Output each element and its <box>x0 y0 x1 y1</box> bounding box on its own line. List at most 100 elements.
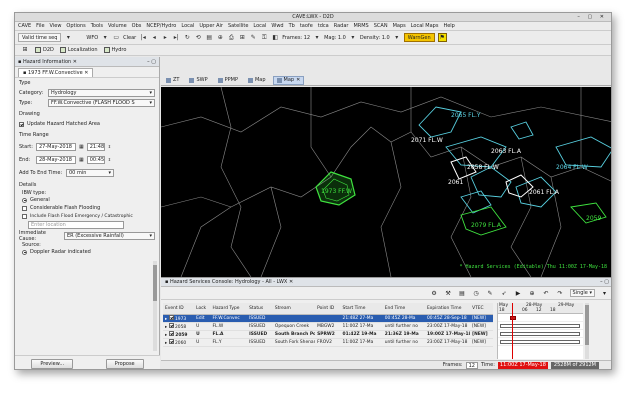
scrollbar-thumb[interactable] <box>585 305 589 345</box>
select-arrow-icon[interactable]: ➶ <box>500 290 509 297</box>
col-expiration-time[interactable]: Expiration Time <box>424 303 471 315</box>
table-row[interactable]: ▸ 2058 U FL.W ISSUED Opequon Creek MBGW2… <box>163 322 493 331</box>
type-select[interactable]: FF.W.Convective (FLASH FLOOD S ▾ <box>48 99 155 107</box>
category-select[interactable]: Hydrology ▾ <box>48 89 155 97</box>
clear-button[interactable]: Clear <box>123 35 136 41</box>
start-date-field[interactable]: 27-May-2018 <box>36 142 76 151</box>
menu-volume[interactable]: Volume <box>108 23 127 29</box>
pencil-icon[interactable]: ✎ <box>486 290 495 297</box>
col-vtec[interactable]: VTEC <box>470 303 493 315</box>
menu-obs[interactable]: Obs <box>132 23 142 29</box>
undo-icon[interactable]: ↶ <box>542 290 551 297</box>
hazard-information-tab[interactable]: ▪ Hazard Information ✕ – ▢ <box>15 57 159 67</box>
source-radar-row[interactable]: Doppler Radar indicated <box>22 248 155 256</box>
menu-upper-air[interactable]: Upper Air <box>199 23 223 29</box>
table-row[interactable]: ▸ 2059 U FL.A ISSUED South Branch Poto S… <box>163 330 493 339</box>
end-date-field[interactable]: 28-May-2018 <box>36 155 76 164</box>
menu-mrms[interactable]: MRMS <box>353 23 368 29</box>
open-perspective-icon[interactable]: ⊞ <box>21 46 29 54</box>
col-status[interactable]: Status <box>247 303 273 315</box>
update-hatched-checkbox[interactable] <box>19 121 24 127</box>
panel-controls[interactable]: – ▢ <box>147 59 156 65</box>
density-dropdown[interactable]: Density: 1.0 <box>360 35 390 41</box>
settings-icon[interactable]: ⚙ <box>430 290 439 297</box>
calendar-icon[interactable]: ▦ <box>79 144 84 150</box>
window-controls[interactable]: – ▢ ✕ <box>577 13 607 22</box>
perspective-d2d[interactable]: D2D <box>35 47 54 53</box>
spinner-icon[interactable]: ⇕ <box>108 144 111 149</box>
col-end-time[interactable]: End Time <box>382 303 425 315</box>
ibw-emergency-row[interactable]: Include Flash Flood Emergency / Catastro… <box>22 212 155 220</box>
ibw-general-row[interactable]: General <box>22 196 155 204</box>
chevron-down-icon[interactable]: ▾ <box>101 34 109 42</box>
prev-frame-icon[interactable]: ◂ <box>150 34 158 42</box>
location-input[interactable]: Enter location <box>28 220 124 229</box>
menu-wwd[interactable]: Wwd <box>271 23 283 29</box>
calendar-icon[interactable]: ▦ <box>79 157 84 163</box>
chevron-down-icon[interactable]: ▾ <box>313 34 321 42</box>
print-icon[interactable]: ⎙ <box>227 34 235 42</box>
preview-button[interactable]: Preview... <box>31 358 74 369</box>
immediate-cause-select[interactable]: ER (Excessive Rainfall) ▾ <box>64 231 155 240</box>
perspective-hydro[interactable]: Hydro <box>103 47 126 53</box>
lock-icon[interactable]: ⚿ <box>260 34 268 42</box>
menu-icon[interactable]: ▾ <box>600 290 609 297</box>
update-hatched-row[interactable]: Update Hazard Hatched Area <box>19 119 155 129</box>
add-to-end-select[interactable]: 00 min ▾ <box>66 168 114 177</box>
tab-map-1[interactable]: Map <box>245 76 269 85</box>
col-hazard-type[interactable]: Hazard Type <box>210 303 248 315</box>
chevron-down-icon[interactable]: ▾ <box>393 34 401 42</box>
menu-radar[interactable]: Radar <box>334 23 349 29</box>
hazard-subtab[interactable]: ▪ 1973 FF.W.Convective ✕ <box>18 67 94 77</box>
scrollbar-thumb[interactable] <box>153 265 157 301</box>
memory-indicator[interactable]: 2528M of 2912M <box>550 361 599 369</box>
source-radar-radio[interactable] <box>22 249 27 255</box>
menu-tb[interactable]: Tb <box>289 23 295 29</box>
layout-icon[interactable]: ⊞ <box>238 34 246 42</box>
menu-file[interactable]: File <box>36 23 44 29</box>
row-checkbox[interactable] <box>168 338 174 344</box>
map-display[interactable]: 2065 FL.Y 2071 FL.W 2063 FL.A 2058 FL.W … <box>161 87 612 277</box>
panel-icon[interactable]: ▤ <box>205 34 213 42</box>
menu-scan[interactable]: SCAN <box>374 23 388 29</box>
refresh-icon[interactable]: ⟲ <box>194 34 202 42</box>
zoom-icon[interactable]: ⊕ <box>528 290 537 297</box>
table-row[interactable]: ▸ 2060 U FL.Y ISSUED South Fork Shenar F… <box>163 338 493 347</box>
col-point-id[interactable]: Point ID <box>315 303 341 315</box>
menu-tdca[interactable]: tdca <box>318 23 329 29</box>
eraser-icon[interactable]: ▭ <box>112 34 120 42</box>
tab-ppmp[interactable]: PPMP <box>215 76 241 85</box>
tab-map-2[interactable]: Map ✕ <box>272 76 305 85</box>
loop-icon[interactable]: ↻ <box>183 34 191 42</box>
map-canvas[interactable]: 2065 FL.Y 2071 FL.W 2063 FL.A 2058 FL.W … <box>161 87 612 277</box>
menu-tools[interactable]: Tools <box>91 23 103 29</box>
col-start-time[interactable]: Start Time <box>340 303 383 315</box>
ibw-emergency-checkbox[interactable] <box>22 213 27 219</box>
history-icon[interactable]: ◷ <box>472 290 481 297</box>
timeline-bar[interactable] <box>510 316 516 320</box>
toggle-icon[interactable]: ◧ <box>271 34 279 42</box>
wfo-dropdown[interactable]: WFO <box>86 35 98 41</box>
tab-zt[interactable]: ZT <box>163 76 182 85</box>
chevron-down-icon[interactable]: ▾ <box>349 34 357 42</box>
details-scrollbar[interactable] <box>153 261 157 351</box>
pointer-icon[interactable]: ▶ <box>514 290 523 297</box>
menu-local-maps[interactable]: Local Maps <box>411 23 439 29</box>
tools-icon[interactable]: ⚒ <box>444 290 453 297</box>
menu-options[interactable]: Options <box>66 23 85 29</box>
selection-mode-dropdown[interactable]: Single ▾ <box>569 289 595 297</box>
mag-dropdown[interactable]: Mag: 1.0 <box>324 35 346 41</box>
ibw-general-radio[interactable] <box>22 197 27 203</box>
col-event-id[interactable]: Event ID <box>163 303 195 315</box>
valid-time-dropdown[interactable]: Valid time seq <box>18 33 62 42</box>
hazard-timeline[interactable]: May 28-May 29-May 18 06 12 18 <box>497 303 583 359</box>
end-time-field[interactable]: 00:45 <box>86 155 105 164</box>
start-time-field[interactable]: 21:48 <box>86 142 105 151</box>
col-lock[interactable]: Lock <box>194 303 211 315</box>
ibw-considerable-checkbox[interactable] <box>22 205 27 211</box>
menu-local-2[interactable]: Local <box>253 23 266 29</box>
product-icon[interactable]: ▤ <box>458 290 467 297</box>
menu-view[interactable]: View <box>50 23 62 29</box>
frames-dropdown[interactable]: Frames: 12 <box>282 35 310 41</box>
perspective-localization[interactable]: Localization <box>59 47 98 53</box>
